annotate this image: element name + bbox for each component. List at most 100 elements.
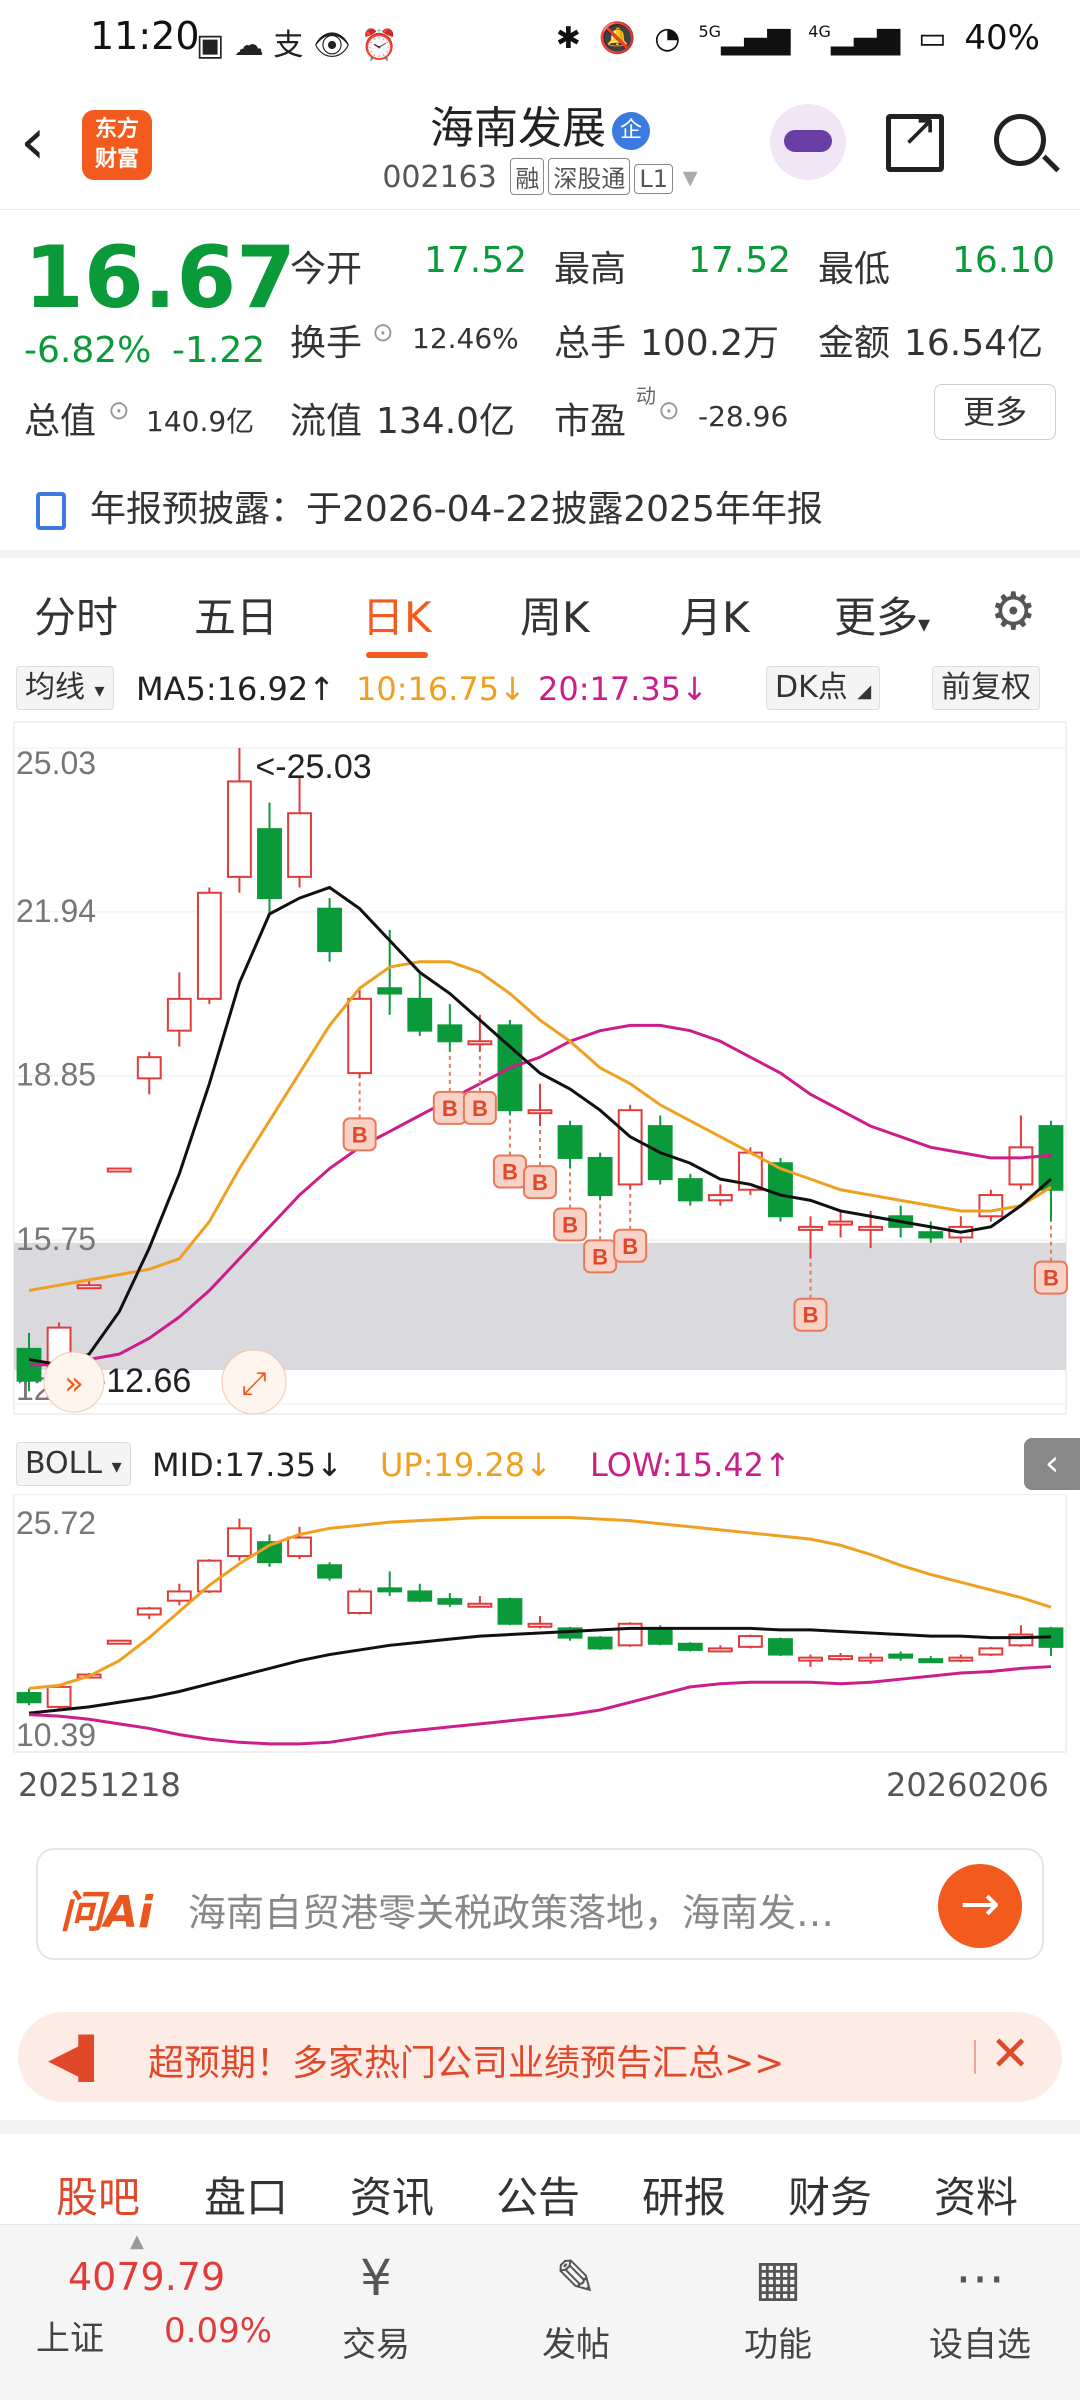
candle-body — [858, 1225, 884, 1231]
tab-forum[interactable]: 股吧 — [56, 2164, 141, 2236]
x-end-date: 20260206 — [886, 1766, 1049, 1804]
stock-code: 002163 — [382, 160, 497, 195]
wifi-icon: ◔ — [654, 20, 681, 56]
boll-selector[interactable]: BOLL ▾ — [16, 1442, 131, 1486]
candle-body — [166, 997, 192, 1032]
status-time: 11:20 — [90, 14, 200, 58]
boll-candle-body — [347, 1590, 373, 1614]
post-button[interactable]: ✎ 发帖 — [506, 2245, 646, 2366]
candle-body — [347, 997, 373, 1075]
search-icon[interactable] — [994, 114, 1046, 166]
tab-daily-k[interactable]: 日K — [362, 584, 432, 658]
ai-brand: 问Ai — [60, 1887, 154, 1938]
boll-candle-body — [798, 1656, 823, 1662]
boll-candle-body — [677, 1642, 703, 1651]
candle-body — [978, 1194, 1004, 1218]
tab-monthly-k[interactable]: 月K — [680, 584, 750, 645]
settings-gear-icon[interactable]: ⚙ — [990, 582, 1037, 642]
boll-mid-line — [28, 1626, 1052, 1715]
yen-circle-icon: ¥ — [360, 2249, 392, 2307]
adjust-selector[interactable]: 前复权 — [932, 666, 1040, 710]
ma-selector[interactable]: 均线 ▾ — [16, 666, 114, 710]
notification-icons: ▣ ☁ 支 👁 ⏰ — [196, 28, 398, 63]
tab-weekly-k[interactable]: 周K — [520, 584, 590, 645]
tab-financials[interactable]: 财务 — [788, 2164, 872, 2225]
info-icon[interactable]: ⊙ — [372, 318, 394, 348]
tab-announcements[interactable]: 公告 — [496, 2164, 580, 2225]
candle-body — [76, 1284, 102, 1290]
bluetooth-icon: ✱ — [555, 20, 581, 56]
boll-y-top: 25.72 — [16, 1505, 96, 1541]
boll-candle-body — [287, 1536, 312, 1558]
tab-more[interactable]: 更多▾ — [834, 584, 930, 645]
dk-point-selector[interactable]: DK点 ◢ — [766, 666, 881, 710]
candle-body — [196, 891, 222, 1000]
tab-intraday[interactable]: 分时 — [34, 584, 118, 645]
ma5-value: MA5:16.92↑ — [136, 670, 336, 708]
boll-candle-body — [587, 1636, 613, 1650]
candle-body — [617, 1109, 643, 1186]
buy-point-label: B — [592, 1244, 608, 1269]
candle-body — [557, 1125, 583, 1159]
boll-candle-body — [707, 1647, 733, 1653]
boll-candle-body — [407, 1590, 433, 1602]
tab-five-day[interactable]: 五日 — [194, 584, 278, 645]
signal-4g-icon: 4G▂▄▆ — [808, 20, 901, 56]
trade-button[interactable]: ¥ 交易 — [306, 2245, 446, 2366]
promo-banner[interactable]: ◀▌ 超预期！多家热门公司业绩预告汇总>> ✕ — [18, 2012, 1062, 2102]
info-icon[interactable]: ⊙ — [108, 396, 130, 426]
float-value: 134.0亿 — [376, 401, 516, 442]
boll-candle-body — [467, 1602, 493, 1608]
buy-point-label: B — [532, 1170, 548, 1195]
more-button[interactable]: 更多 — [934, 384, 1056, 440]
share-icon[interactable] — [886, 105, 944, 172]
boll-chart[interactable]: 25.72 10.39 — [0, 1494, 1080, 1794]
candle-body — [587, 1156, 613, 1197]
candle-body — [1008, 1146, 1034, 1186]
battery-icon: ▭ — [918, 20, 947, 56]
index-percent[interactable]: 0.09% — [164, 2311, 272, 2351]
boll-candle-body — [978, 1647, 1004, 1656]
ai-assistant-icon[interactable] — [770, 104, 846, 180]
add-watchlist-button[interactable]: ⋯ 设自选 — [910, 2245, 1050, 2366]
annual-report-notice[interactable]: 年报预披露：于2026-04-22披露2025年年报 — [36, 480, 823, 532]
tab-order-book[interactable]: 盘口 — [204, 2164, 288, 2225]
max-price-label: <-25.03 — [255, 748, 371, 786]
boll-indicator-row: BOLL ▾ MID:17.35↓ UP:19.28↓ LOW:15.42↑ ‹ — [0, 1438, 1080, 1490]
kline-chart[interactable]: 25.0321.9418.8515.7512.66BBBBBBBBBB<-25.… — [0, 714, 1080, 1434]
info-icon[interactable]: ⊙ — [658, 396, 680, 426]
boll-candle-body — [136, 1607, 162, 1616]
index-name[interactable]: 上证 — [36, 2311, 104, 2360]
boll-candle-body — [16, 1692, 42, 1704]
battery-percent: 40% — [964, 18, 1040, 58]
boll-candle-body — [497, 1598, 523, 1625]
change-percent: -6.82% — [24, 330, 152, 371]
mute-icon: 🔕 — [598, 20, 637, 56]
boll-candle-body — [948, 1656, 974, 1662]
tab-news[interactable]: 资讯 — [350, 2164, 434, 2225]
candle-body — [467, 1040, 493, 1046]
close-icon[interactable]: ✕ — [990, 2026, 1030, 2082]
float-label: 流值 — [290, 401, 363, 442]
collapse-panel-icon[interactable]: ‹ — [1024, 1438, 1080, 1490]
y-tick-label: 15.75 — [16, 1221, 96, 1257]
functions-button[interactable]: ▦ 功能 — [708, 2245, 848, 2366]
boll-candle-body — [166, 1590, 192, 1602]
index-value[interactable]: 4079.79 — [68, 2255, 225, 2299]
ai-question-bar[interactable]: 问Ai 海南自贸港零关税政策落地，海南发… → — [36, 1848, 1044, 1960]
tab-research[interactable]: 研报 — [642, 2164, 726, 2225]
open-value: 17.52 — [424, 240, 528, 281]
caret-up-icon: ▲ — [130, 2231, 144, 2252]
low-value: 16.10 — [952, 240, 1056, 281]
stock-name: 海南发展 — [430, 103, 606, 154]
pe-value: -28.96 — [698, 400, 789, 433]
boll-candle-body — [437, 1598, 463, 1605]
tab-profile[interactable]: 资料 — [934, 2164, 1018, 2225]
open-label: 今开 — [290, 249, 363, 290]
tag-level: L1 — [634, 164, 674, 194]
boll-candle-body — [227, 1527, 252, 1558]
arrow-right-icon[interactable]: → — [938, 1864, 1022, 1948]
status-right: ✱ 🔕 ◔ 5G▂▄▆ 4G▂▄▆ ▭ 40% — [556, 18, 1040, 58]
more-circle-icon: ⋯ — [955, 2249, 1005, 2307]
candle-body — [317, 907, 343, 953]
